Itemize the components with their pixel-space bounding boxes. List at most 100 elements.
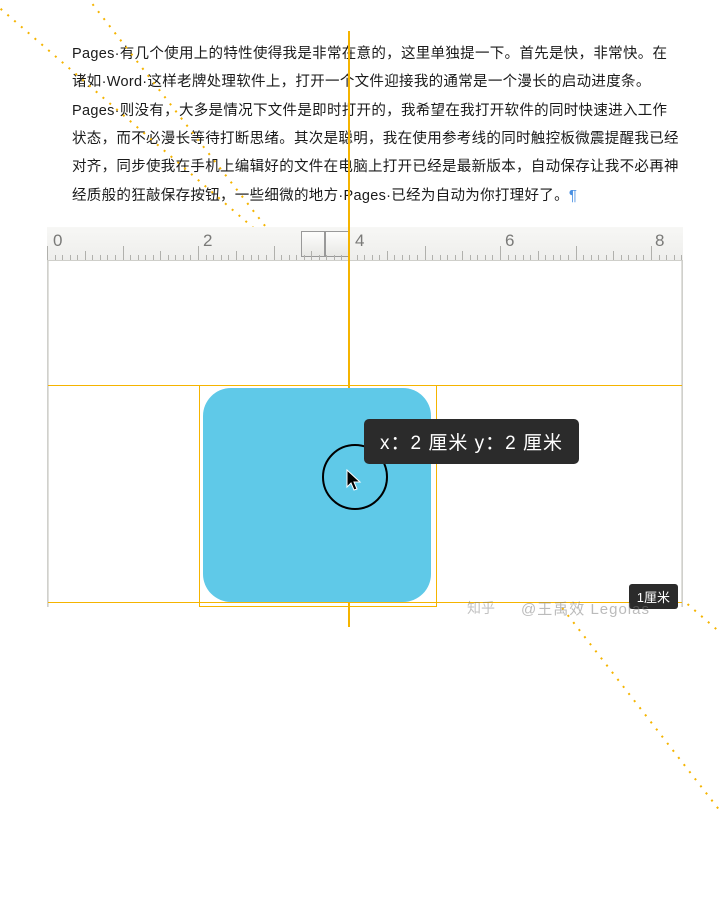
ruler-tick (523, 255, 524, 260)
pages-app-screenshot: 0 2 4 6 8 x：2 厘米 y：2 厘米 ¶ 1厘米 (47, 227, 683, 607)
margin-marker-left[interactable] (301, 231, 325, 257)
horizontal-ruler[interactable]: 0 2 4 6 8 (47, 227, 683, 261)
ruler-tick (477, 255, 478, 260)
ruler-tick (500, 246, 501, 260)
ruler-tick (666, 255, 667, 260)
ruler-tick (311, 251, 312, 260)
ruler-tick (387, 251, 388, 260)
ruler-tick (409, 255, 410, 260)
ruler-tick (553, 255, 554, 260)
tooltip-text: x：2 厘米 y：2 厘米 (380, 433, 563, 454)
ruler-tick (628, 255, 629, 260)
ruler-tick (402, 255, 403, 260)
ruler-tick (70, 255, 71, 260)
ruler-tick (636, 255, 637, 260)
ruler-tick (228, 255, 229, 260)
ruler-tick (160, 251, 161, 260)
ruler-tick (538, 251, 539, 260)
ruler-tick (674, 255, 675, 260)
ruler-tick (243, 255, 244, 260)
ruler-label: 8 (655, 231, 664, 251)
position-tooltip: x：2 厘米 y：2 厘米 (364, 419, 579, 464)
ruler-tick (168, 255, 169, 260)
ruler-tick (190, 255, 191, 260)
ruler-tick (341, 255, 342, 260)
ruler-tick (85, 251, 86, 260)
ruler-tick (92, 255, 93, 260)
ruler-tick (432, 255, 433, 260)
ruler-tick (591, 255, 592, 260)
ruler-label: 2 (203, 231, 212, 251)
ruler-tick (251, 255, 252, 260)
ruler-tick (508, 255, 509, 260)
ruler-tick (568, 255, 569, 260)
ruler-tick (659, 255, 660, 260)
ruler-tick (198, 246, 199, 260)
ruler-tick (319, 255, 320, 260)
ruler-tick (115, 255, 116, 260)
ruler-tick (583, 255, 584, 260)
ruler-tick (274, 246, 275, 260)
ruler-tick (357, 255, 358, 260)
document-canvas[interactable]: x：2 厘米 y：2 厘米 ¶ 1厘米 (47, 261, 683, 607)
ruler-tick (470, 255, 471, 260)
ruler-tick (281, 255, 282, 260)
ruler-tick (145, 255, 146, 260)
ruler-label: 4 (355, 231, 364, 251)
ruler-tick (485, 255, 486, 260)
ruler-tick (266, 255, 267, 260)
ruler-tick (130, 255, 131, 260)
margin-marker-right[interactable] (325, 231, 349, 257)
ruler-tick (681, 255, 682, 260)
cursor-arrow-icon (346, 469, 364, 493)
ruler-tick (530, 255, 531, 260)
ruler-tick (326, 255, 327, 260)
ruler-tick (606, 255, 607, 260)
ruler-tick (100, 255, 101, 260)
ruler-tick (47, 246, 48, 260)
ruler-tick (492, 255, 493, 260)
ruler-tick (62, 255, 63, 260)
ruler-tick (258, 255, 259, 260)
ruler-tick (613, 251, 614, 260)
zhihu-watermark-author: @王禹效 Legolas (521, 598, 650, 619)
ruler-tick (394, 255, 395, 260)
article-paragraph: Pages·有几个使用上的特性使得我是非常在意的，这里单独提一下。首先是快，非常… (0, 0, 720, 219)
ruler-tick (153, 255, 154, 260)
ruler-tick (598, 255, 599, 260)
ruler-tick (304, 255, 305, 260)
ruler-tick (643, 255, 644, 260)
ruler-tick (138, 255, 139, 260)
ruler-tick (206, 255, 207, 260)
ruler-tick (55, 255, 56, 260)
ruler-tick (236, 251, 237, 260)
ruler-tick (447, 255, 448, 260)
ruler-tick (372, 255, 373, 260)
ruler-tick (334, 255, 335, 260)
ruler-tick (462, 251, 463, 260)
ruler-tick (296, 255, 297, 260)
ruler-tick (77, 255, 78, 260)
pilcrow-icon: ¶ (569, 187, 577, 204)
ruler-tick (425, 246, 426, 260)
ruler-label: 0 (53, 231, 62, 251)
ruler-tick (289, 255, 290, 260)
article-body-text: Pages·有几个使用上的特性使得我是非常在意的，这里单独提一下。首先是快，非常… (72, 46, 679, 204)
ruler-tick (175, 255, 176, 260)
ruler-label: 6 (505, 231, 514, 251)
ruler-tick (621, 255, 622, 260)
ruler-tick (221, 255, 222, 260)
zhihu-watermark-brand: 知乎 (467, 598, 495, 618)
ruler-tick (651, 246, 652, 260)
ruler-tick (545, 255, 546, 260)
ruler-tick (107, 255, 108, 260)
ruler-tick (183, 255, 184, 260)
ruler-tick (440, 255, 441, 260)
ruler-tick (123, 246, 124, 260)
ruler-tick (515, 255, 516, 260)
ruler-tick (560, 255, 561, 260)
ruler-tick (213, 255, 214, 260)
ruler-tick (455, 255, 456, 260)
ruler-tick (379, 255, 380, 260)
ruler-tick (576, 246, 577, 260)
